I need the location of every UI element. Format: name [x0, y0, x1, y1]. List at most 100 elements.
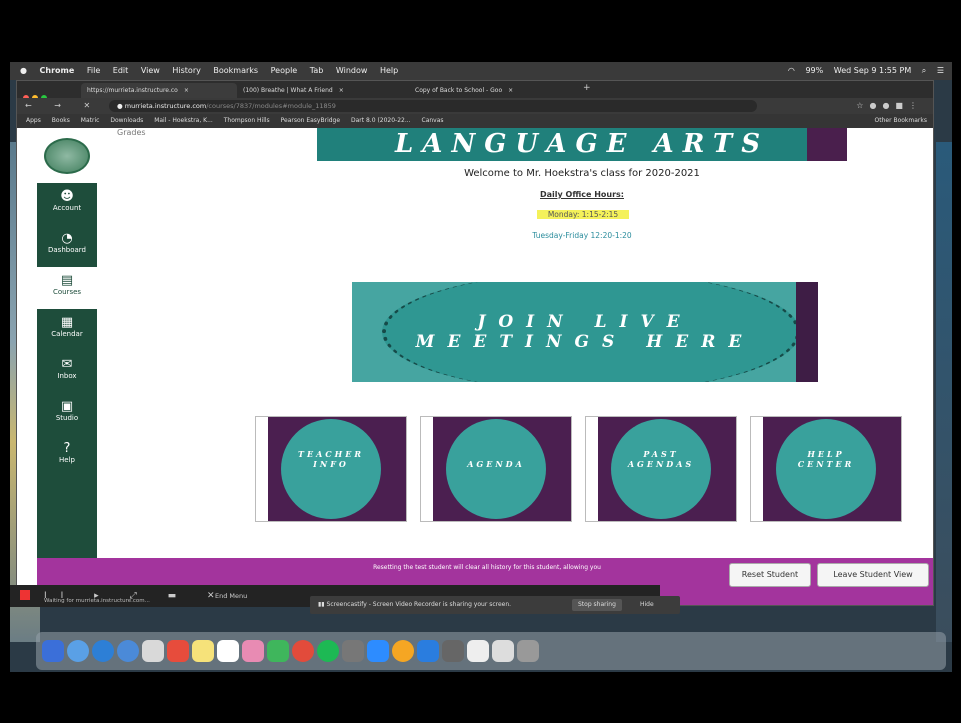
card-label-line1: AGENDA	[467, 459, 525, 469]
nav-label: Inbox	[57, 372, 77, 380]
bookmark-dart[interactable]: Dart 8.0 (2020-22...	[351, 117, 411, 124]
card-circle	[446, 419, 546, 519]
mac-menubar: ● Chrome File Edit View History Bookmark…	[10, 62, 952, 80]
reminders-icon[interactable]	[217, 640, 239, 662]
mail-icon[interactable]	[117, 640, 139, 662]
zoom-icon[interactable]	[367, 640, 389, 662]
menu-bookmarks[interactable]: Bookmarks	[213, 62, 258, 80]
system-preferences-icon[interactable]	[342, 640, 364, 662]
nav-dashboard[interactable]: ◔ Dashboard	[37, 225, 97, 267]
sharing-text: Screencastify - Screen Video Recorder is…	[326, 601, 512, 608]
finder-icon[interactable]	[42, 640, 64, 662]
card-edge	[256, 417, 268, 521]
menu-view[interactable]: View	[141, 62, 160, 80]
mac-screen: ● Chrome File Edit View History Bookmark…	[10, 62, 952, 672]
tab-title: Copy of Back to School - Goo	[415, 87, 503, 94]
apple-icon[interactable]: ●	[20, 62, 27, 80]
tab-canvas[interactable]: https://murrieta.instructure.co ×	[81, 83, 237, 98]
card-past-agendas[interactable]: PAST AGENDAS	[585, 416, 737, 522]
card-label: HELP CENTER	[776, 449, 876, 469]
menu-help[interactable]: Help	[380, 62, 398, 80]
card-agenda[interactable]: AGENDA	[420, 416, 572, 522]
end-menu-button[interactable]: End Menu	[215, 585, 247, 607]
menu-people[interactable]: People	[271, 62, 298, 80]
screenshot-icon[interactable]	[442, 640, 464, 662]
safari-icon[interactable]	[92, 640, 114, 662]
tab-close-icon[interactable]: ×	[339, 87, 344, 94]
nav-calendar[interactable]: ▦ Calendar	[37, 309, 97, 351]
reset-student-button[interactable]: Reset Student	[729, 563, 811, 587]
bookmark-matric[interactable]: Matric	[81, 117, 100, 124]
calendar-app-icon[interactable]	[167, 640, 189, 662]
chrome-window: https://murrieta.instructure.co × (100) B…	[16, 80, 934, 606]
tab-youtube[interactable]: (100) Breathe | What A Friend ×	[237, 83, 393, 98]
chrome-icon[interactable]	[292, 640, 314, 662]
photos-icon[interactable]	[242, 640, 264, 662]
new-tab-button[interactable]: +	[583, 83, 591, 93]
leave-student-view-button[interactable]: Leave Student View	[817, 563, 929, 587]
notes-icon[interactable]	[192, 640, 214, 662]
stop-sharing-button[interactable]: Stop sharing	[572, 599, 622, 611]
nav-label: Account	[52, 204, 82, 212]
messages-icon[interactable]	[267, 640, 289, 662]
card-label: PAST AGENDAS	[611, 449, 711, 469]
bookmark-books[interactable]: Books	[52, 117, 70, 124]
nav-account[interactable]: ☻ Account	[37, 183, 97, 225]
student-view-message: Resetting the test student will clear al…	[373, 564, 601, 571]
menu-window[interactable]: Window	[336, 62, 368, 80]
tab-close-icon[interactable]: ×	[508, 87, 513, 94]
trash-icon[interactable]	[517, 640, 539, 662]
menubar-app-name[interactable]: Chrome	[40, 62, 75, 80]
card-label-line1: HELP	[807, 449, 845, 459]
bookmark-apps[interactable]: Apps	[26, 117, 41, 124]
language-arts-banner: LANGUAGE ARTS	[317, 128, 847, 161]
tab-google-slides[interactable]: Copy of Back to School - Goo ×	[409, 83, 565, 98]
tab-title: (100) Breathe | What A Friend	[243, 87, 333, 94]
menu-file[interactable]: File	[87, 62, 100, 80]
spotify-icon[interactable]	[317, 640, 339, 662]
app-icon[interactable]	[392, 640, 414, 662]
contacts-icon[interactable]	[142, 640, 164, 662]
school-logo[interactable]	[37, 128, 97, 183]
tab-title: https://murrieta.instructure.co	[87, 87, 178, 94]
nav-buttons[interactable]: ← → ✕	[25, 98, 100, 114]
url-field[interactable]: ● murrieta.instructure.com/courses/7837/…	[109, 100, 757, 112]
menu-history[interactable]: History	[172, 62, 200, 80]
nav-label: Courses	[52, 288, 82, 296]
screen-sharing-notice: ▮▮ Screencastify - Screen Video Recorder…	[310, 596, 680, 614]
other-bookmarks[interactable]: Other Bookmarks	[875, 114, 927, 128]
keynote-icon[interactable]	[417, 640, 439, 662]
card-help-center[interactable]: HELP CENTER	[750, 416, 902, 522]
wifi-icon[interactable]: ◠	[788, 66, 795, 75]
nav-studio[interactable]: ▣ Studio	[37, 393, 97, 435]
bookmark-pearson[interactable]: Pearson EasyBridge	[281, 117, 340, 124]
card-label-line1: PAST	[643, 449, 679, 459]
pause-icon: ▮▮	[318, 601, 327, 608]
record-stop-icon[interactable]	[20, 590, 30, 600]
battery-status[interactable]: 99%	[805, 66, 823, 75]
launchpad-icon[interactable]	[67, 640, 89, 662]
extension-icons[interactable]: ☆●●■⋮	[856, 98, 923, 114]
url-domain: murrieta.instructure.com	[124, 102, 207, 110]
bookmark-thompson[interactable]: Thompson Hills	[224, 117, 270, 124]
bookmark-canvas[interactable]: Canvas	[422, 117, 444, 124]
control-center-icon[interactable]: ☰	[937, 66, 944, 75]
spotlight-icon[interactable]: ⌕	[922, 66, 926, 75]
document-icon[interactable]	[467, 640, 489, 662]
menubar-clock[interactable]: Wed Sep 9 1:55 PM	[834, 66, 911, 75]
bookmark-mail[interactable]: Mail - Hoekstra, K...	[154, 117, 213, 124]
nav-courses[interactable]: ▤ Courses	[37, 267, 97, 309]
menu-tab[interactable]: Tab	[310, 62, 324, 80]
menu-edit[interactable]: Edit	[113, 62, 129, 80]
tab-close-icon[interactable]: ×	[184, 87, 189, 94]
bookmark-downloads[interactable]: Downloads	[110, 117, 143, 124]
join-live-meetings-banner[interactable]: JOIN LIVE MEETINGS HERE	[352, 282, 818, 382]
hide-button[interactable]: Hide	[640, 596, 654, 614]
nav-help[interactable]: ? Help	[37, 435, 97, 477]
card-teacher-info[interactable]: TEACHER INFO	[255, 416, 407, 522]
course-home: LANGUAGE ARTS Welcome to Mr. Hoekstra's …	[97, 128, 933, 558]
nav-inbox[interactable]: ✉ Inbox	[37, 351, 97, 393]
studio-icon: ▣	[60, 399, 74, 414]
card-label-line2: CENTER	[797, 459, 855, 469]
folder-icon[interactable]	[492, 640, 514, 662]
